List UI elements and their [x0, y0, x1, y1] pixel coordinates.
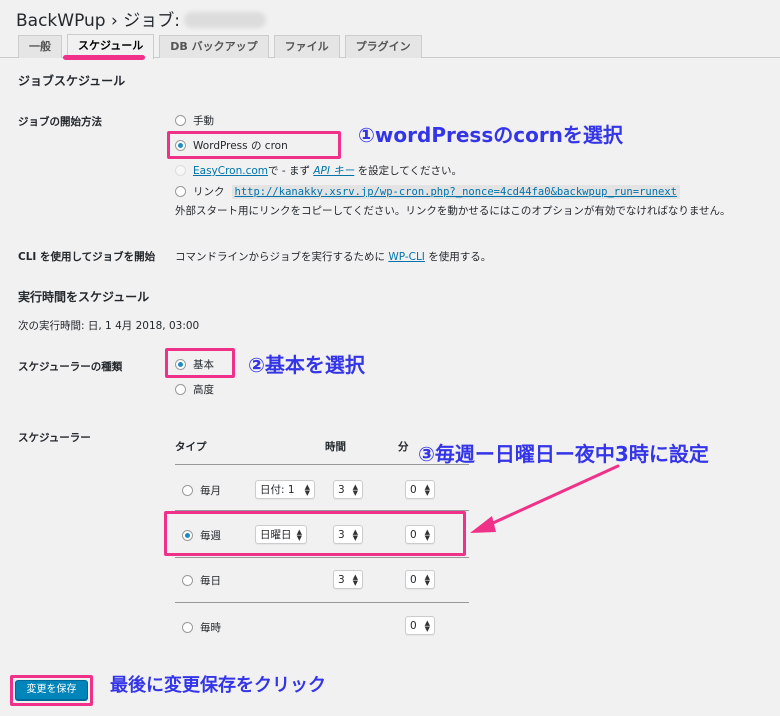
tab-general[interactable]: 一般: [18, 35, 62, 58]
select-monthly-hour[interactable]: 3 ▲ ▼: [333, 480, 363, 499]
next-run-time: 次の実行時間: 日, 1 4月 2018, 03:00: [18, 320, 200, 332]
select-weekly-day[interactable]: 日曜日 ▲ ▼: [255, 525, 307, 544]
select-weekly-hour[interactable]: 3 ▲ ▼: [333, 525, 363, 544]
select-arrows-icon: ▲ ▼: [424, 572, 430, 587]
row-label-weekly: 毎週: [200, 530, 221, 542]
select-arrows-icon: ▲ ▼: [352, 482, 358, 497]
annotation-arrow-icon: [470, 464, 620, 533]
radio-link[interactable]: [175, 186, 186, 197]
cli-description: コマンドラインからジョブを実行するために WP-CLI を使用する。: [175, 251, 492, 263]
select-arrows-icon: ▲ ▼: [304, 482, 310, 497]
radio-daily[interactable]: [182, 575, 193, 586]
col-header-hour: 時間: [325, 441, 346, 453]
select-arrows-icon: ▲ ▼: [424, 482, 430, 497]
table-divider: [175, 557, 469, 558]
option-advanced-label: 高度: [193, 384, 214, 396]
row-label-daily: 毎日: [200, 575, 221, 587]
radio-weekly[interactable]: [182, 530, 193, 541]
select-daily-hour[interactable]: 3 ▲ ▼: [333, 570, 363, 589]
option-basic-label: 基本: [193, 359, 214, 371]
tab-highlight-underline: [63, 55, 145, 60]
table-divider: [175, 602, 469, 603]
table-row-daily[interactable]: 毎日: [182, 573, 221, 588]
option-easycron-text: EasyCron.comで - まず API キー を設定してください。: [193, 163, 462, 178]
easycron-mid: で - まず: [268, 165, 310, 177]
col-header-minute: 分: [398, 441, 409, 453]
annotation-step2: ②基本を選択: [248, 353, 365, 377]
annotation-step4: 最後に変更保存をクリック: [110, 675, 326, 696]
select-arrows-icon: ▲ ▼: [424, 618, 430, 633]
select-monthly-minute[interactable]: 0 ▲ ▼: [405, 480, 435, 499]
select-arrows-icon: ▲ ▼: [424, 527, 430, 542]
external-start-url[interactable]: http://kanakky.xsrv.jp/wp-cron.php?_nonc…: [231, 184, 681, 199]
table-row-monthly[interactable]: 毎月: [182, 483, 221, 498]
select-arrows-icon: ▲ ▼: [352, 527, 358, 542]
tab-db-backup[interactable]: DB バックアップ: [159, 35, 269, 58]
easycron-tail: を設定してください。: [357, 165, 462, 177]
option-link-label: リンク: [193, 186, 225, 198]
row-label-monthly: 毎月: [200, 485, 221, 497]
radio-advanced[interactable]: [175, 384, 186, 395]
select-arrows-icon: ▲ ▼: [296, 527, 302, 542]
radio-monthly[interactable]: [182, 485, 193, 496]
annotation-step1: ①wordPressのcornを選択: [358, 123, 623, 147]
select-monthly-day[interactable]: 日付: 1 ▲ ▼: [255, 480, 315, 499]
radio-basic[interactable]: [175, 359, 186, 370]
easycron-link[interactable]: EasyCron.com: [193, 165, 268, 177]
radio-manual[interactable]: [175, 115, 186, 126]
col-header-type: タイプ: [175, 441, 207, 453]
option-advanced[interactable]: 高度: [175, 382, 214, 397]
scheduler-type-label: スケジューラーの種類: [18, 361, 123, 373]
radio-hourly[interactable]: [182, 622, 193, 633]
scheduler-label: スケジューラー: [18, 432, 91, 444]
option-manual[interactable]: 手動: [175, 113, 214, 128]
option-wp-cron[interactable]: WordPress の cron: [175, 138, 288, 153]
radio-wp-cron[interactable]: [175, 140, 186, 151]
option-manual-label: 手動: [193, 115, 214, 127]
cli-label: CLI を使用してジョブを開始: [18, 251, 156, 263]
link-help-text: 外部スタート用にリンクをコピーしてください。リンクを動かせるにはこのオプションが…: [175, 205, 731, 217]
select-arrows-icon: ▲ ▼: [352, 572, 358, 587]
select-weekly-minute[interactable]: 0 ▲ ▼: [405, 525, 435, 544]
option-basic[interactable]: 基本: [175, 357, 214, 372]
api-key-link[interactable]: API キー: [313, 165, 354, 177]
save-changes-button[interactable]: 変更を保存: [15, 680, 88, 700]
start-method-label: ジョブの開始方法: [18, 116, 102, 128]
blurred-job-name: [183, 12, 266, 28]
option-wp-cron-label: WordPress の cron: [193, 140, 288, 152]
table-row-weekly[interactable]: 毎週: [182, 528, 221, 543]
section-heading-run-time: 実行時間をスケジュール: [18, 290, 150, 304]
tab-files[interactable]: ファイル: [273, 35, 340, 58]
radio-easycron[interactable]: [175, 165, 186, 176]
page-title: BackWPup › ジョブ:: [16, 6, 266, 31]
table-row-hourly[interactable]: 毎時: [182, 620, 221, 635]
section-heading-job-schedule: ジョブスケジュール: [18, 74, 126, 88]
select-daily-minute[interactable]: 0 ▲ ▼: [405, 570, 435, 589]
option-easycron[interactable]: EasyCron.comで - まず API キー を設定してください。: [175, 163, 462, 178]
row-label-hourly: 毎時: [200, 622, 221, 634]
wp-cli-link[interactable]: WP-CLI: [388, 251, 425, 263]
tab-plugins[interactable]: プラグイン: [344, 35, 422, 58]
select-hourly-minute[interactable]: 0 ▲ ▼: [405, 616, 435, 635]
option-link[interactable]: リンク http://kanakky.xsrv.jp/wp-cron.php?_…: [175, 184, 681, 199]
